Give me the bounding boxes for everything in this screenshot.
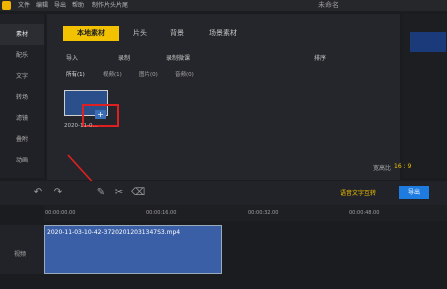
add-to-timeline-icon[interactable]: + xyxy=(95,110,106,119)
nav-overlay[interactable]: 叠附 xyxy=(0,129,44,150)
filter-all[interactable]: 所有(1) xyxy=(66,71,85,80)
nav-music[interactable]: 配乐 xyxy=(0,45,44,66)
filter-audio[interactable]: 音频(0) xyxy=(175,71,194,80)
redo-icon[interactable]: ↷ xyxy=(52,186,64,200)
timeline-ruler[interactable] xyxy=(44,205,447,221)
time-16: 00:00:16.00 xyxy=(146,210,177,216)
delete-icon[interactable]: ⌫ xyxy=(131,186,145,200)
cut-icon[interactable]: ✂ xyxy=(113,186,125,200)
time-0: 00:00:00.00 xyxy=(45,210,76,216)
nav-media[interactable]: 素材 xyxy=(0,24,44,45)
tab-background[interactable]: 背景 xyxy=(160,26,194,41)
nav-filter[interactable]: 滤镜 xyxy=(0,108,44,129)
menu-export[interactable]: 导出 xyxy=(54,0,66,11)
aspect-label: 宽高比 xyxy=(373,165,392,172)
undo-icon[interactable]: ↶ xyxy=(32,186,44,200)
edit-icon[interactable]: ✎ xyxy=(95,186,107,200)
preview-screen xyxy=(410,32,446,52)
nav-text[interactable]: 文字 xyxy=(0,66,44,87)
window-title: 未命名 xyxy=(318,1,339,9)
thumbnail-date: 2020-11-0... xyxy=(64,123,98,129)
voice-text-button[interactable]: 语音文字互转 xyxy=(340,188,376,197)
export-button[interactable]: 导出 xyxy=(399,186,429,199)
filter-image[interactable]: 图片(0) xyxy=(139,71,158,80)
menu-file[interactable]: 文件 xyxy=(18,0,30,11)
menu-edit[interactable]: 编辑 xyxy=(36,0,48,11)
track-label: 视频 xyxy=(14,251,27,258)
record-micro-button[interactable]: 录制微课 xyxy=(166,54,190,64)
sort-button[interactable]: 排序 xyxy=(314,54,326,64)
title-bar xyxy=(0,0,447,11)
tab-scene[interactable]: 场景素材 xyxy=(198,26,248,41)
menu-intro-outro[interactable]: 制作片头片尾 xyxy=(92,0,128,11)
time-32: 00:00:32.00 xyxy=(248,210,279,216)
time-48: 00:00:48.00 xyxy=(349,210,380,216)
menu-help[interactable]: 帮助 xyxy=(72,0,84,11)
timeline-toolbar xyxy=(0,181,447,205)
app-logo-icon xyxy=(2,1,11,10)
clip-name: 2020-11-03-10-42-37202012031347S3.mp4 xyxy=(47,229,181,236)
tab-intro[interactable]: 片头 xyxy=(123,26,157,41)
filter-video[interactable]: 视频(1) xyxy=(103,71,122,80)
tab-local-media[interactable]: 本地素材 xyxy=(63,26,119,41)
nav-transition[interactable]: 转场 xyxy=(0,87,44,108)
import-button[interactable]: 导入 xyxy=(66,54,78,64)
record-button[interactable]: 录制 xyxy=(118,54,130,64)
aspect-value[interactable]: 16 : 9 xyxy=(394,163,411,170)
nav-animation[interactable]: 动画 xyxy=(0,150,44,171)
